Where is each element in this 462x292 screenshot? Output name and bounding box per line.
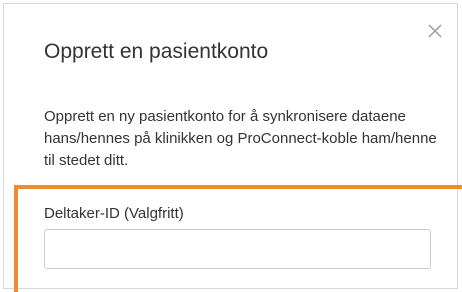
dialog-description: Opprett en ny pasientkonto for å synkron… [44,108,437,169]
participant-id-label: Deltaker-ID (Valgfritt) [44,205,184,222]
create-patient-account-dialog: Opprett en pasientkonto Opprett en ny pa… [0,0,462,292]
close-button[interactable] [426,22,444,40]
close-icon [428,24,442,38]
participant-id-input[interactable] [44,229,431,269]
dialog-title: Opprett en pasientkonto [44,40,269,63]
